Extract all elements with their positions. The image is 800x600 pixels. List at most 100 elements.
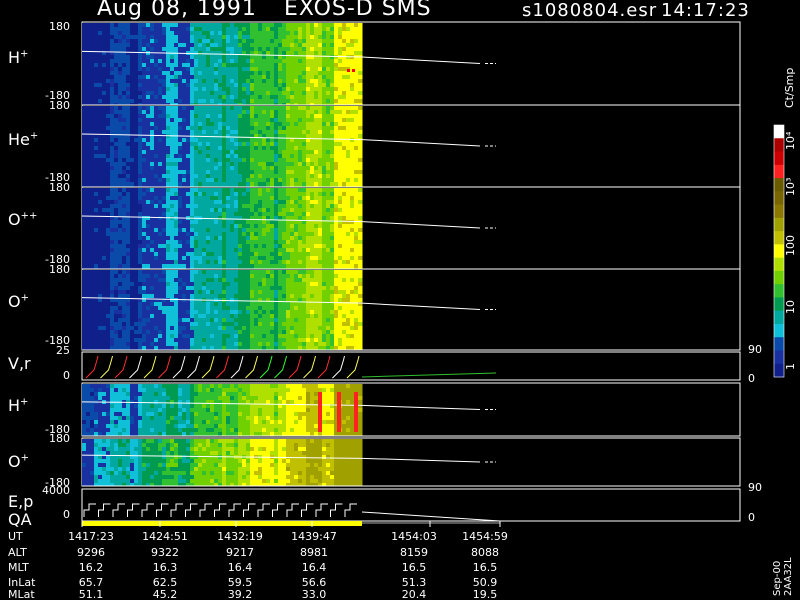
panel2-cell [126,252,131,257]
panel1-cell [226,150,231,155]
panel2-cell [154,224,159,229]
panel2-cell [330,240,335,245]
panel0-cell [166,39,171,44]
panel0-cell [126,31,131,36]
panel3-cell [146,274,151,279]
panel3-cell [98,330,103,335]
panel2-cell [314,208,319,213]
panel0-cell [86,39,91,44]
panel2-cell [190,236,195,241]
panel1-cell [262,162,267,167]
panel2-cell [262,228,267,233]
panel1-cell [146,174,151,179]
panel0-cell [286,51,291,56]
panel2-cell [246,200,251,205]
panel2-cell [322,216,327,221]
panel0-cell [262,79,267,84]
panel3-cell [186,338,191,343]
panel3-cell [114,338,119,343]
panel3-cell [126,314,131,319]
panel1-cell [82,158,87,163]
panel1-cell [206,166,211,171]
panel3-cell [98,278,103,283]
panel1-cell [162,162,167,167]
panel0-cell [290,27,295,32]
panel0-cell [134,55,139,60]
panel0-cell [146,43,151,48]
panel0-cell [346,103,351,105]
panel2-cell [186,244,191,249]
panel1-cell [258,154,263,159]
panel2-cell [118,232,123,237]
panel1-cell [170,174,175,179]
panel3-cell [106,274,111,279]
panel0-cell [210,63,215,68]
panel2-cell [262,236,267,241]
panel1-cell [214,158,219,163]
panel1-cell [330,162,335,167]
panel0-cell [110,35,115,40]
panel3-cell [142,286,147,291]
panel1-cell [210,106,215,111]
panel3-cell [114,342,119,347]
panel0-cell [238,39,243,44]
panel1-cell [294,126,299,131]
panel2-cell [162,264,167,269]
panel2-cell [302,252,307,257]
panel2-cell [162,244,167,249]
panel2-cell [174,196,179,201]
panel0-cell [110,99,115,104]
panel2-cell [322,236,327,241]
panel0-cell [98,99,103,104]
panel3-cell [210,330,215,335]
panel1-cell [194,158,199,163]
panel3-cell [86,342,91,347]
panel2-cell [354,220,359,225]
panel1-cell [254,178,259,183]
panel1-cell [246,166,251,171]
panel1-cell [270,154,275,159]
panel2-cell [222,248,227,253]
panel0-cell [278,87,283,92]
panel1-cell [154,158,159,163]
panel0-cell [218,59,223,64]
panel0-cell [322,67,327,72]
panel0-cell [198,99,203,104]
panel0-cell [238,47,243,52]
panel1-cell [210,122,215,127]
panel2-cell [146,224,151,229]
panel2-cell [114,212,119,217]
panel0-cell [158,43,163,48]
panel0-cell [206,103,211,105]
panel1-cell [226,178,231,183]
panel0-cell [250,31,255,36]
panel1-cell [126,178,131,183]
panel0-cell [262,95,267,100]
panel1-cell [202,142,207,147]
panel1-cell [350,126,355,131]
panel2-cell [346,188,351,193]
panel2-cell [146,228,151,233]
panel3-cell [98,282,103,287]
panel0-cell [150,31,155,36]
panel1-cell [230,130,235,135]
panel2-cell [354,212,359,217]
panel2-cell [242,204,247,209]
panel0-cell [302,91,307,96]
panel0-cell [206,79,211,84]
panel0-cell [334,23,339,28]
panel2-cell [238,212,243,217]
panel1-cell [150,142,155,147]
panel0-cell [262,39,267,44]
panel1-cell [214,182,219,187]
panel0-cell [238,71,243,76]
panel1-cell [342,154,347,159]
panel2-cell [118,252,123,257]
panel0-cell [142,27,147,32]
panel3-cell [94,286,99,291]
panel1-cell [314,178,319,183]
panel2-cell [178,236,183,241]
panel1-cell [322,118,327,123]
panel2-cell [282,208,287,213]
panel2-cell [206,252,211,257]
